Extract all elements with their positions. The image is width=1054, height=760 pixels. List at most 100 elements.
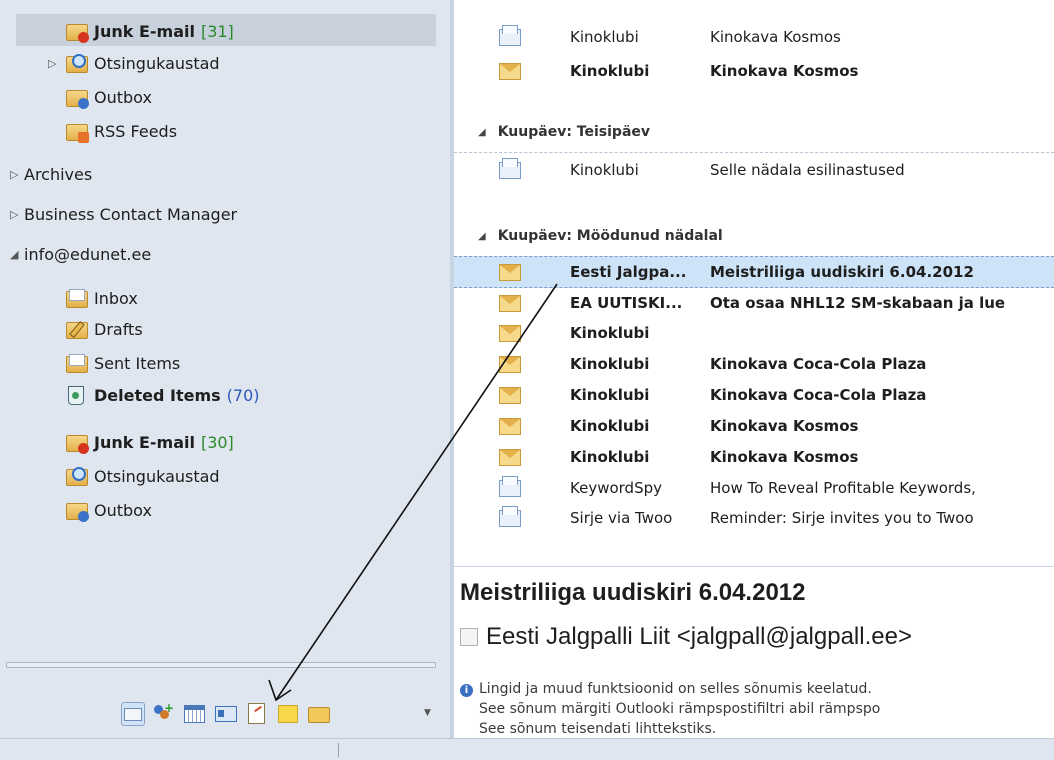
unread-mail-icon [499, 418, 521, 435]
search-folder-icon [66, 466, 88, 486]
message-from: Kinoklubi [570, 62, 650, 80]
trash-icon [66, 385, 86, 405]
folder-search-folders-2[interactable]: Otsingukaustad [66, 464, 220, 488]
message-sender[interactable]: Eesti Jalgpalli Liit <jalgpall@jalgpall.… [460, 623, 912, 651]
group-divider [454, 152, 1054, 153]
contacts-button[interactable]: + [152, 702, 174, 724]
folder-inbox[interactable]: Inbox [66, 286, 138, 310]
folder-drafts[interactable]: Drafts [66, 317, 143, 341]
unread-count: [30] [200, 432, 234, 452]
message-row[interactable]: Kinoklubi Kinokava Coca-Cola Plaza [454, 349, 1054, 379]
group-header-last-week[interactable]: ◢ Kuupäev: Möödunud nädalal [478, 228, 723, 244]
junk-folder-icon [66, 21, 89, 43]
unread-mail-icon [499, 295, 521, 312]
unread-mail-icon [499, 356, 521, 373]
tasks-button[interactable] [245, 702, 267, 724]
message-row[interactable]: EA UUTISKI... Ota osaa NHL12 SM-skabaan … [454, 288, 1054, 318]
message-row[interactable]: KeywordSpy How To Reveal Profitable Keyw… [454, 473, 1054, 503]
message-from: Kinoklubi [570, 417, 650, 435]
message-from: Kinoklubi [570, 386, 650, 404]
message-row[interactable]: Kinoklubi [454, 318, 1054, 348]
message-from: Kinoklubi [570, 355, 650, 373]
infobar-text: Lingid ja muud funktsioonid on selles sõ… [479, 681, 872, 697]
folder-label: Otsingukaustad [94, 53, 220, 73]
drafts-icon [66, 319, 88, 339]
sender-checkbox[interactable] [460, 628, 478, 646]
message-list: Kinoklubi Kinokava Kosmos Kinoklubi Kino… [454, 0, 1054, 560]
folder-label: Junk E-mail [94, 21, 195, 41]
group-header-tuesday[interactable]: ◢ Kuupäev: Teisipäev [478, 124, 650, 140]
group-account[interactable]: ◢ info@edunet.ee [10, 245, 151, 264]
message-row[interactable]: Kinoklubi Kinokava Kosmos [454, 442, 1054, 472]
notes-icon [278, 705, 298, 723]
infobar-line[interactable]: See sõnum märgiti Outlooki rämpspostifil… [479, 701, 880, 717]
folder-label: Inbox [94, 288, 138, 308]
folder-junk-email[interactable]: Junk E-mail [31] [66, 19, 234, 43]
expand-arrow-icon[interactable]: ▷ [10, 168, 24, 181]
folder-outbox[interactable]: Outbox [66, 85, 152, 109]
sender-text: Eesti Jalgpalli Liit <jalgpall@jalgpall.… [486, 623, 912, 650]
notes-button[interactable] [276, 702, 298, 724]
mail-icon [124, 708, 142, 721]
message-row[interactable]: Kinoklubi Kinokava Kosmos [454, 411, 1054, 441]
read-mail-icon [499, 510, 521, 527]
folder-rss-feeds[interactable]: RSS Feeds [66, 119, 177, 143]
expand-arrow-icon[interactable]: ▷ [48, 57, 62, 70]
folder-label: Sent Items [94, 353, 181, 373]
status-separator [338, 743, 339, 757]
collapse-arrow-icon[interactable]: ◢ [10, 248, 24, 261]
read-mail-icon [499, 480, 521, 497]
message-subject-heading: Meistriliiga uudiskiri 6.04.2012 [460, 579, 806, 606]
unread-mail-icon [499, 63, 521, 80]
group-label: Business Contact Manager [24, 205, 238, 224]
folder-label: Deleted Items [94, 385, 221, 405]
message-subject: Meistriliiga uudiskiri 6.04.2012 [710, 263, 974, 281]
message-row-selected[interactable]: Eesti Jalgpa... Meistriliiga uudiskiri 6… [454, 256, 1054, 288]
message-row[interactable]: Kinoklubi Kinokava Kosmos [454, 56, 1054, 86]
message-from: Kinoklubi [570, 448, 650, 466]
collapse-arrow-icon[interactable]: ◢ [478, 127, 486, 138]
inbox-icon [66, 288, 88, 308]
calendar-button[interactable] [183, 702, 205, 724]
folder-sent-items[interactable]: Sent Items [66, 351, 180, 375]
infobar-text: See sõnum märgiti Outlooki rämpspostifil… [479, 701, 881, 717]
outbox-icon [66, 500, 89, 522]
expand-arrow-icon[interactable]: ▷ [10, 208, 24, 221]
info-icon: i [460, 684, 473, 697]
calendar-icon [184, 705, 205, 723]
folder-search-folders[interactable]: ▷ Otsingukaustad [48, 51, 220, 75]
nav-pane-splitter[interactable] [6, 662, 436, 668]
message-row[interactable]: Sirje via Twoo Reminder: Sirje invites y… [454, 503, 1054, 533]
folder-label: RSS Feeds [94, 121, 178, 141]
mail-button[interactable] [121, 702, 145, 726]
folder-deleted-items[interactable]: Deleted Items (70) [66, 383, 259, 407]
group-title: Kuupäev: Teisipäev [497, 124, 651, 140]
group-title: Kuupäev: Möödunud nädalal [497, 228, 723, 244]
message-from: Kinoklubi [570, 324, 650, 342]
infobar-line[interactable]: See sõnum teisendati lihttekstiks. [479, 721, 716, 737]
read-mail-icon [499, 29, 521, 46]
folder-label: Outbox [94, 500, 152, 520]
message-row[interactable]: Kinoklubi Kinokava Kosmos [454, 22, 1054, 52]
folder-outbox-2[interactable]: Outbox [66, 498, 152, 522]
search-folder-icon [66, 53, 88, 73]
group-archives[interactable]: ▷ Archives [10, 165, 92, 184]
group-business-contact-manager[interactable]: ▷ Business Contact Manager [10, 205, 237, 224]
more-arrow-icon[interactable]: ▼ [424, 708, 431, 718]
unread-mail-icon [499, 387, 521, 404]
outbox-icon [66, 87, 89, 109]
message-subject: How To Reveal Profitable Keywords, [710, 479, 976, 497]
folder-label: Junk E-mail [94, 432, 195, 452]
message-from: Kinoklubi [570, 161, 639, 179]
folders-button[interactable] [307, 702, 330, 724]
message-row[interactable]: Kinoklubi Kinokava Coca-Cola Plaza [454, 380, 1054, 410]
folder-icon [308, 707, 330, 723]
infobar-line[interactable]: i Lingid ja muud funktsioonid on selles s… [460, 681, 872, 697]
message-row[interactable]: Kinoklubi Selle nädala esilinastused [454, 155, 1054, 185]
collapse-arrow-icon[interactable]: ◢ [478, 231, 486, 242]
contact-card-button[interactable] [214, 702, 237, 724]
contact-card-icon [215, 706, 237, 722]
tasks-icon [248, 703, 265, 724]
folder-label: Outbox [94, 87, 152, 107]
folder-junk-email-2[interactable]: Junk E-mail [30] [66, 430, 234, 454]
